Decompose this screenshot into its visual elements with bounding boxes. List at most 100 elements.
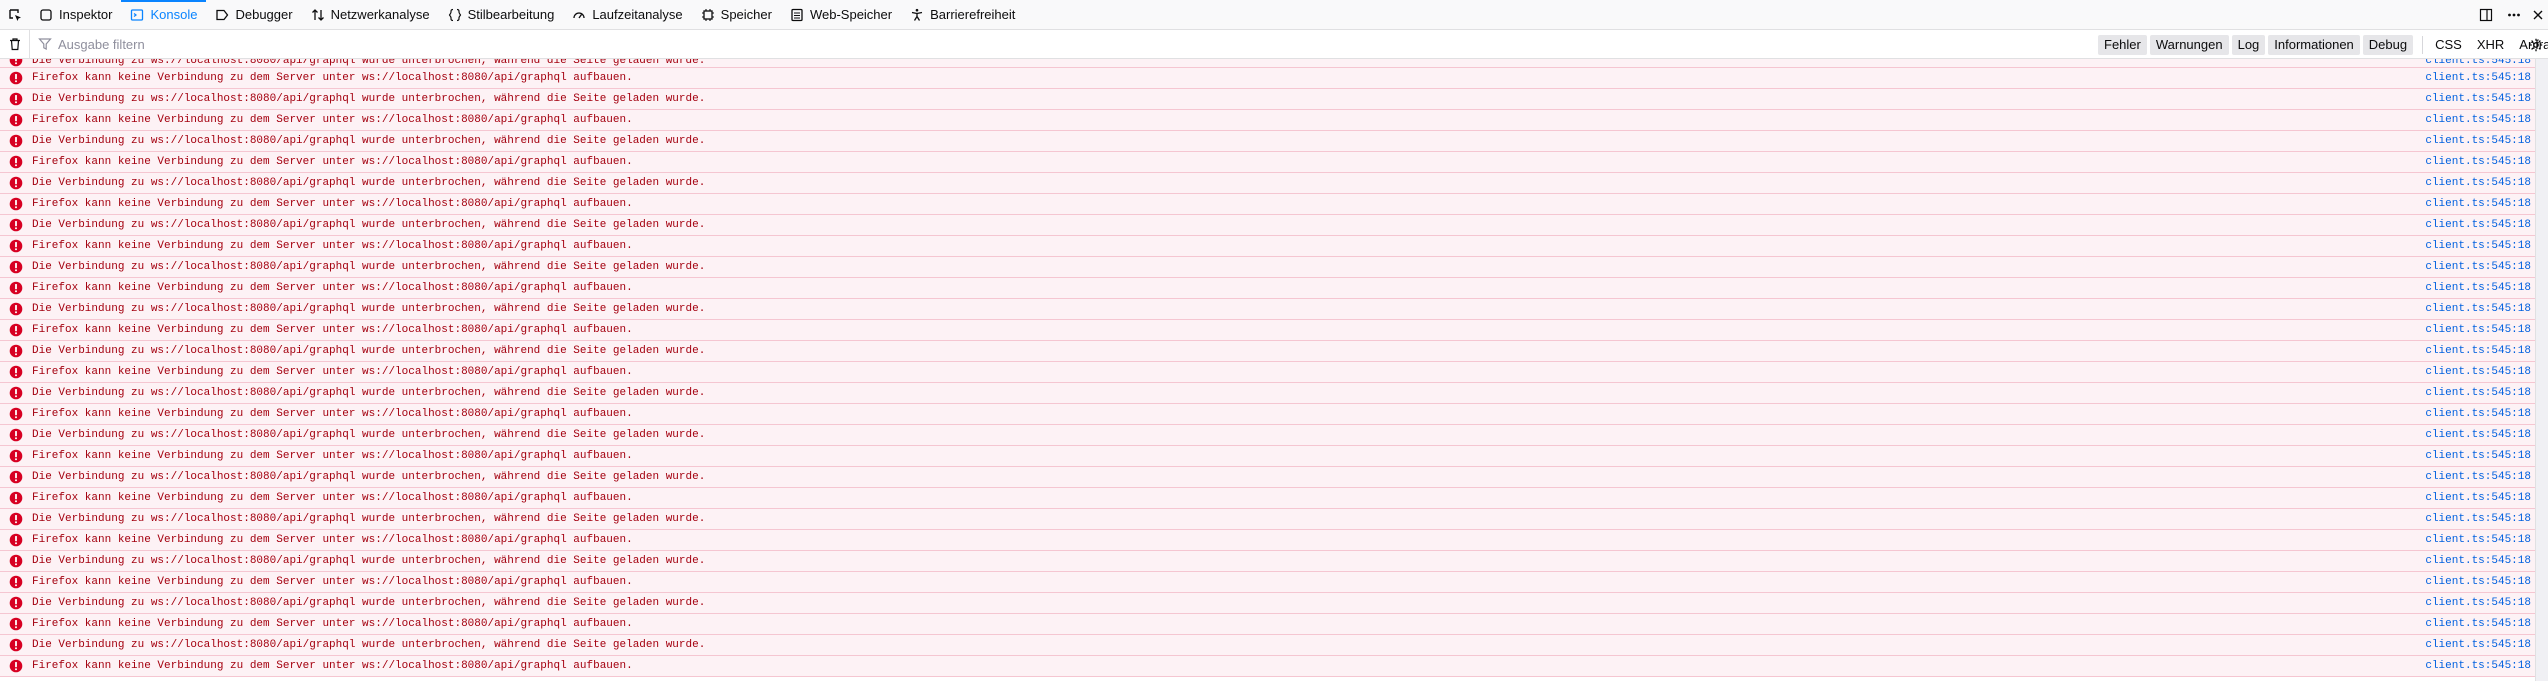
filter-separator: [2422, 35, 2424, 54]
message-source-link[interactable]: client.ts:545:18: [2425, 59, 2531, 67]
console-message-row[interactable]: Die Verbindung zu ws://localhost:8080/ap…: [0, 59, 2535, 68]
message-source-link[interactable]: client.ts:545:18: [2425, 471, 2531, 483]
console-message-row[interactable]: Firefox kann keine Verbindung zu dem Ser…: [0, 404, 2535, 425]
level-filter-debug[interactable]: Debug: [2362, 34, 2414, 55]
message-source-link[interactable]: client.ts:545:18: [2425, 177, 2531, 189]
tab-label: Debugger: [235, 7, 293, 22]
message-source-link[interactable]: client.ts:545:18: [2425, 534, 2531, 546]
message-source-link[interactable]: client.ts:545:18: [2425, 597, 2531, 609]
tab-speicher[interactable]: Speicher: [692, 0, 781, 30]
console-message-row[interactable]: Firefox kann keine Verbindung zu dem Ser…: [0, 236, 2535, 257]
console-message-row[interactable]: Die Verbindung zu ws://localhost:8080/ap…: [0, 509, 2535, 530]
source-line: :545:18: [2484, 177, 2531, 189]
message-source-link[interactable]: client.ts:545:18: [2425, 618, 2531, 630]
source-line: :545:18: [2484, 198, 2531, 210]
message-source-link[interactable]: client.ts:545:18: [2425, 408, 2531, 420]
error-icon: [9, 470, 23, 484]
level-filter-warnungen[interactable]: Warnungen: [2149, 34, 2229, 55]
message-source-link[interactable]: client.ts:545:18: [2425, 219, 2531, 231]
tab-barrierefreiheit[interactable]: Barrierefreiheit: [901, 0, 1024, 30]
source-file: client.ts: [2425, 59, 2485, 67]
console-message-row[interactable]: Firefox kann keine Verbindung zu dem Ser…: [0, 278, 2535, 299]
console-message-text: Die Verbindung zu ws://localhost:8080/ap…: [32, 555, 706, 567]
message-source-link[interactable]: client.ts:545:18: [2425, 429, 2531, 441]
devtools-toolbar: Inspektor Konsole Debugger Netzwerkanalyse S…: [0, 0, 2548, 30]
console-message-row[interactable]: Die Verbindung zu ws://localhost:8080/ap…: [0, 341, 2535, 362]
console-scrollbar[interactable]: [2535, 59, 2548, 681]
element-picker-button[interactable]: [0, 0, 30, 30]
message-source-link[interactable]: client.ts:545:18: [2425, 660, 2531, 672]
console-message-row[interactable]: Firefox kann keine Verbindung zu dem Ser…: [0, 446, 2535, 467]
clear-console-button[interactable]: [0, 29, 30, 59]
message-source-link[interactable]: client.ts:545:18: [2425, 492, 2531, 504]
tab-inspektor[interactable]: Inspektor: [30, 0, 121, 30]
message-source-link[interactable]: client.ts:545:18: [2425, 156, 2531, 168]
message-source-link[interactable]: client.ts:545:18: [2425, 345, 2531, 357]
console-message-row[interactable]: Firefox kann keine Verbindung zu dem Ser…: [0, 572, 2535, 593]
message-source-link[interactable]: client.ts:545:18: [2425, 93, 2531, 105]
console-message-row[interactable]: Die Verbindung zu ws://localhost:8080/ap…: [0, 467, 2535, 488]
console-message-text: Firefox kann keine Verbindung zu dem Ser…: [32, 240, 633, 252]
tab-stilbearbeitung[interactable]: Stilbearbeitung: [439, 0, 564, 30]
console-message-text: Firefox kann keine Verbindung zu dem Ser…: [32, 282, 633, 294]
console-message-row[interactable]: Firefox kann keine Verbindung zu dem Ser…: [0, 362, 2535, 383]
console-message-row[interactable]: Die Verbindung zu ws://localhost:8080/ap…: [0, 635, 2535, 656]
message-source-link[interactable]: client.ts:545:18: [2425, 366, 2531, 378]
console-message-row[interactable]: Die Verbindung zu ws://localhost:8080/ap…: [0, 551, 2535, 572]
console-message-row[interactable]: Firefox kann keine Verbindung zu dem Ser…: [0, 656, 2535, 677]
level-filter-informationen[interactable]: Informationen: [2268, 34, 2360, 55]
level-filter-fehler[interactable]: Fehler: [2098, 34, 2147, 55]
tab-label: Barrierefreiheit: [930, 7, 1016, 22]
console-message-row[interactable]: Die Verbindung zu ws://localhost:8080/ap…: [0, 131, 2535, 152]
message-source-link[interactable]: client.ts:545:18: [2425, 282, 2531, 294]
console-message-row[interactable]: Firefox kann keine Verbindung zu dem Ser…: [0, 110, 2535, 131]
message-source-link[interactable]: client.ts:545:18: [2425, 198, 2531, 210]
close-devtools-button[interactable]: [2528, 0, 2548, 30]
console-message-row[interactable]: Die Verbindung zu ws://localhost:8080/ap…: [0, 593, 2535, 614]
message-source-link[interactable]: client.ts:545:18: [2425, 555, 2531, 567]
message-source-link[interactable]: client.ts:545:18: [2425, 324, 2531, 336]
message-source-link[interactable]: client.ts:545:18: [2425, 450, 2531, 462]
console-message-row[interactable]: Die Verbindung zu ws://localhost:8080/ap…: [0, 215, 2535, 236]
dock-button[interactable]: [2472, 0, 2500, 30]
tab-netzwerkanalyse[interactable]: Netzwerkanalyse: [302, 0, 439, 30]
filter-toggle-css[interactable]: CSS: [2429, 35, 2468, 55]
message-source-link[interactable]: client.ts:545:18: [2425, 576, 2531, 588]
tab-konsole[interactable]: Konsole: [121, 0, 207, 30]
error-icon: [9, 491, 23, 505]
error-icon: [9, 281, 23, 295]
console-message-row[interactable]: Firefox kann keine Verbindung zu dem Ser…: [0, 488, 2535, 509]
filter-toggle-xhr[interactable]: XHR: [2471, 35, 2510, 55]
console-message-row[interactable]: Die Verbindung zu ws://localhost:8080/ap…: [0, 383, 2535, 404]
message-source-link[interactable]: client.ts:545:18: [2425, 639, 2531, 651]
console-message-row[interactable]: Die Verbindung zu ws://localhost:8080/ap…: [0, 299, 2535, 320]
console-message-row[interactable]: Die Verbindung zu ws://localhost:8080/ap…: [0, 425, 2535, 446]
error-icon: [9, 428, 23, 442]
more-options-button[interactable]: [2500, 0, 2528, 30]
console-settings-button[interactable]: [2524, 30, 2548, 59]
console-message-text: Die Verbindung zu ws://localhost:8080/ap…: [32, 429, 706, 441]
message-source-link[interactable]: client.ts:545:18: [2425, 114, 2531, 126]
tab-debugger[interactable]: Debugger: [206, 0, 301, 30]
console-message-row[interactable]: Firefox kann keine Verbindung zu dem Ser…: [0, 320, 2535, 341]
console-message-row[interactable]: Firefox kann keine Verbindung zu dem Ser…: [0, 614, 2535, 635]
tab-laufzeitanalyse[interactable]: Laufzeitanalyse: [563, 0, 691, 30]
message-source-link[interactable]: client.ts:545:18: [2425, 303, 2531, 315]
console-message-row[interactable]: Die Verbindung zu ws://localhost:8080/ap…: [0, 257, 2535, 278]
tab-web-speicher[interactable]: Web-Speicher: [781, 0, 901, 30]
console-message-row[interactable]: Firefox kann keine Verbindung zu dem Ser…: [0, 152, 2535, 173]
message-source-link[interactable]: client.ts:545:18: [2425, 261, 2531, 273]
message-source-link[interactable]: client.ts:545:18: [2425, 135, 2531, 147]
message-source-link[interactable]: client.ts:545:18: [2425, 240, 2531, 252]
console-message-row[interactable]: Die Verbindung zu ws://localhost:8080/ap…: [0, 173, 2535, 194]
console-message-row[interactable]: Firefox kann keine Verbindung zu dem Ser…: [0, 68, 2535, 89]
console-message-row[interactable]: Die Verbindung zu ws://localhost:8080/ap…: [0, 89, 2535, 110]
level-filter-log[interactable]: Log: [2231, 34, 2266, 55]
console-message-row[interactable]: Firefox kann keine Verbindung zu dem Ser…: [0, 530, 2535, 551]
message-source-link[interactable]: client.ts:545:18: [2425, 72, 2531, 84]
memory-icon: [701, 8, 715, 22]
console-message-row[interactable]: Firefox kann keine Verbindung zu dem Ser…: [0, 194, 2535, 215]
message-source-link[interactable]: client.ts:545:18: [2425, 387, 2531, 399]
filter-input[interactable]: [58, 36, 658, 52]
message-source-link[interactable]: client.ts:545:18: [2425, 513, 2531, 525]
